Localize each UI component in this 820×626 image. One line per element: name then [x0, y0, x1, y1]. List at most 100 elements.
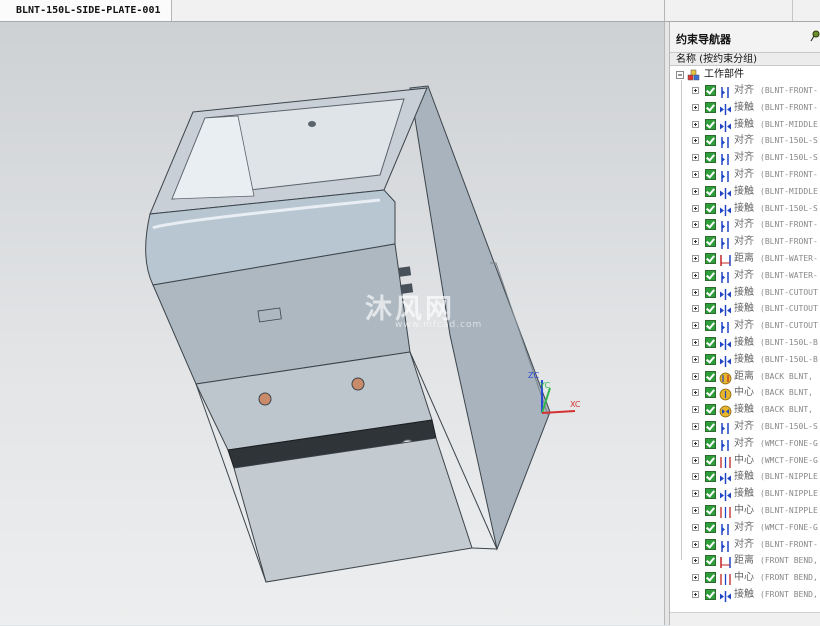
constraint-checkbox[interactable]: [705, 252, 716, 264]
expand-icon[interactable]: [692, 473, 699, 481]
constraint-row[interactable]: 对齐 (BLNT-150L-S: [670, 419, 820, 436]
constraint-row[interactable]: 对齐 (BLNT-150L-S: [670, 133, 820, 150]
constraint-row[interactable]: 接触 (BLNT-150L-B: [670, 352, 820, 369]
expand-icon[interactable]: [692, 103, 699, 111]
constraint-checkbox[interactable]: [705, 504, 716, 516]
expand-icon[interactable]: [692, 338, 699, 346]
constraint-row[interactable]: 接触 (BLNT-NIPPLE: [670, 486, 820, 503]
constraint-checkbox[interactable]: [705, 572, 716, 584]
constraint-checkbox[interactable]: [705, 236, 716, 248]
constraint-checkbox[interactable]: [705, 118, 716, 130]
constraint-checkbox[interactable]: [705, 454, 716, 466]
constraint-row[interactable]: 中心 (BLNT-NIPPLE: [670, 503, 820, 520]
constraint-row[interactable]: 对齐 (WMCT-FONE-G: [670, 520, 820, 537]
column-header-name[interactable]: 名称 (按约束分组): [670, 52, 820, 66]
constraint-checkbox[interactable]: [705, 471, 716, 483]
expand-icon[interactable]: [692, 506, 699, 514]
expand-icon[interactable]: [692, 590, 699, 598]
expand-icon[interactable]: [692, 120, 699, 128]
constraint-checkbox[interactable]: [705, 420, 716, 432]
constraint-checkbox[interactable]: [705, 437, 716, 449]
constraint-checkbox[interactable]: [705, 588, 716, 600]
constraint-row[interactable]: 接触 (BLNT-CUTOUT: [670, 301, 820, 318]
constraint-row[interactable]: 对齐 (BLNT-FRONT-: [670, 234, 820, 251]
constraint-checkbox[interactable]: [705, 185, 716, 197]
constraint-row[interactable]: 距离 (FRONT BEND,: [670, 553, 820, 570]
constraint-row[interactable]: 对齐 (BLNT-CUTOUT: [670, 318, 820, 335]
constraint-row[interactable]: 距离 (BLNT-WATER-: [670, 251, 820, 268]
constraint-row[interactable]: 对齐 (BLNT-FRONT-: [670, 167, 820, 184]
constraint-row[interactable]: 对齐 (BLNT-FRONT-: [670, 537, 820, 554]
constraint-row[interactable]: 接触 (BLNT-FRONT-: [670, 100, 820, 117]
constraint-checkbox[interactable]: [705, 353, 716, 365]
constraint-checkbox[interactable]: [705, 521, 716, 533]
expand-icon[interactable]: [692, 557, 699, 565]
expand-icon[interactable]: [692, 254, 699, 262]
constraint-row[interactable]: 接触 (BLNT-CUTOUT: [670, 285, 820, 302]
expand-icon[interactable]: [692, 305, 699, 313]
graphics-viewport[interactable]: ZC YC XC 沐风网 www.mfcad.com: [0, 22, 664, 625]
expand-icon[interactable]: [692, 87, 699, 94]
constraint-checkbox[interactable]: [705, 555, 716, 567]
expand-icon[interactable]: [692, 456, 699, 464]
constraint-checkbox[interactable]: [705, 85, 716, 96]
expand-icon[interactable]: [692, 271, 699, 279]
constraint-checkbox[interactable]: [705, 269, 716, 281]
constraint-checkbox[interactable]: [705, 286, 716, 298]
constraint-row[interactable]: 对齐 (BLNT-FRONT-: [670, 83, 820, 100]
horizontal-scrollbar[interactable]: [670, 612, 820, 626]
expand-icon[interactable]: [692, 204, 699, 212]
constraint-row[interactable]: 对齐 (BLNT-FRONT-: [670, 217, 820, 234]
expand-icon[interactable]: [692, 288, 699, 296]
constraint-row[interactable]: 距离 (BACK BLNT,: [670, 369, 820, 386]
constraint-checkbox[interactable]: [705, 538, 716, 550]
constraint-checkbox[interactable]: [705, 202, 716, 214]
expand-icon[interactable]: [692, 389, 699, 397]
constraint-checkbox[interactable]: [705, 320, 716, 332]
expand-icon[interactable]: [692, 170, 699, 178]
constraint-row[interactable]: 对齐 (BLNT-150L-S: [670, 150, 820, 167]
constraint-checkbox[interactable]: [705, 219, 716, 231]
expand-icon[interactable]: [692, 221, 699, 229]
collapse-icon[interactable]: [676, 71, 684, 79]
constraint-checkbox[interactable]: [705, 404, 716, 416]
constraint-row[interactable]: 中心 (FRONT BEND,: [670, 570, 820, 587]
tree-root-work-part[interactable]: 工作部件: [670, 67, 820, 83]
expand-icon[interactable]: [692, 154, 699, 162]
expand-icon[interactable]: [692, 540, 699, 548]
expand-icon[interactable]: [692, 439, 699, 447]
constraint-checkbox[interactable]: [705, 152, 716, 164]
expand-icon[interactable]: [692, 187, 699, 195]
constraint-row[interactable]: 接触 (BACK BLNT,: [670, 402, 820, 419]
constraint-checkbox[interactable]: [705, 336, 716, 348]
constraint-checkbox[interactable]: [705, 168, 716, 180]
constraint-row[interactable]: 接触 (BLNT-150L-S: [670, 201, 820, 218]
pin-icon[interactable]: [810, 30, 820, 42]
expand-icon[interactable]: [692, 355, 699, 363]
constraint-row[interactable]: 接触 (BLNT-MIDDLE: [670, 184, 820, 201]
expand-icon[interactable]: [692, 523, 699, 531]
constraint-checkbox[interactable]: [705, 387, 716, 399]
constraint-checkbox[interactable]: [705, 370, 716, 382]
expand-icon[interactable]: [692, 372, 699, 380]
constraint-row[interactable]: 接触 (FRONT BEND,: [670, 587, 820, 604]
constraint-checkbox[interactable]: [705, 101, 716, 113]
document-tab[interactable]: BLNT-150L-SIDE-PLATE-001: [0, 0, 172, 21]
expand-icon[interactable]: [692, 322, 699, 330]
expand-icon[interactable]: [692, 574, 699, 582]
expand-icon[interactable]: [692, 137, 699, 145]
constraint-row[interactable]: 中心 (BACK BLNT,: [670, 385, 820, 402]
expand-icon[interactable]: [692, 406, 699, 414]
constraint-row[interactable]: 接触 (BLNT-150L-B: [670, 335, 820, 352]
expand-icon[interactable]: [692, 238, 699, 246]
constraint-row[interactable]: 对齐 (BLNT-WATER-: [670, 268, 820, 285]
expand-icon[interactable]: [692, 490, 699, 498]
constraint-checkbox[interactable]: [705, 303, 716, 315]
constraint-row[interactable]: 接触 (BLNT-NIPPLE: [670, 469, 820, 486]
expand-icon[interactable]: [692, 422, 699, 430]
constraint-row[interactable]: 中心 (WMCT-FONE-G: [670, 453, 820, 470]
constraint-checkbox[interactable]: [705, 135, 716, 147]
constraint-row[interactable]: 接触 (BLNT-MIDDLE: [670, 117, 820, 134]
constraint-checkbox[interactable]: [705, 488, 716, 500]
constraint-row[interactable]: 对齐 (WMCT-FONE-G: [670, 436, 820, 453]
